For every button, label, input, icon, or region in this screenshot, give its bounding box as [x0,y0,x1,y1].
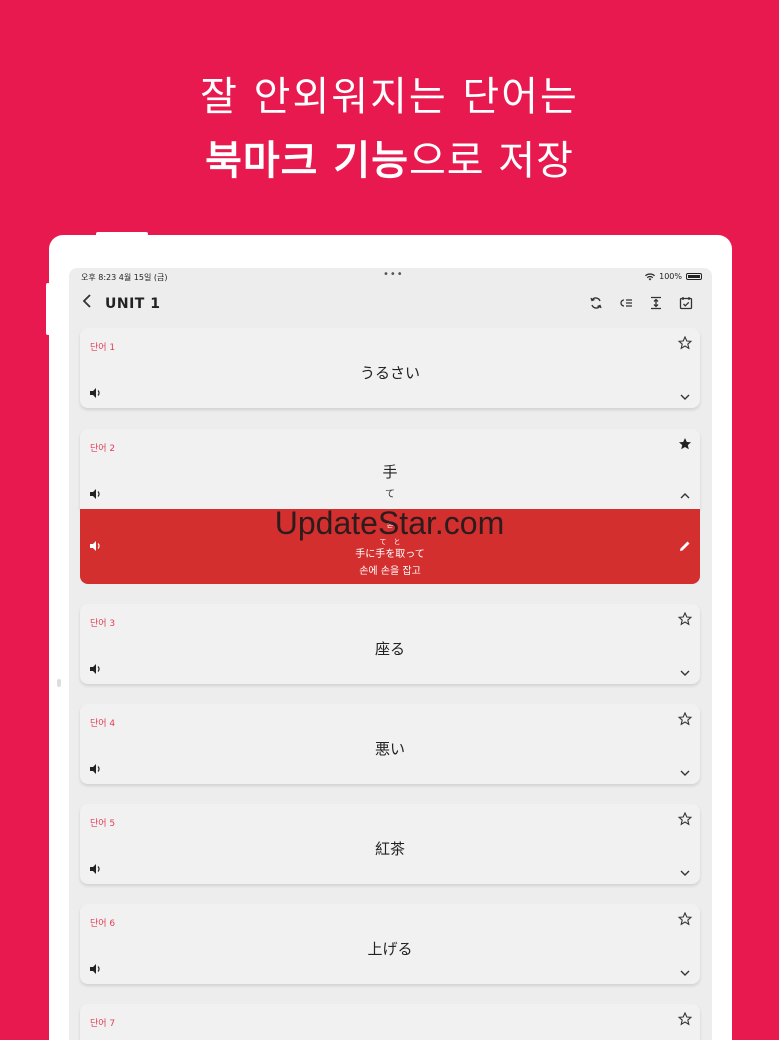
word-card[interactable]: 단어 4 悪い [80,704,700,784]
example-sentence-ko: 손에 손을 잡고 [359,566,421,577]
chevron-down-icon[interactable] [678,666,692,680]
word-card[interactable]: 단어 3 座る [80,604,700,684]
word-card-expanded[interactable]: 단어 2 手 て [80,429,700,509]
word-text: 紅茶 [374,840,405,858]
word-card[interactable]: 단어 1 うるさい [80,328,700,408]
headline-regular: 으로 저장 [409,138,574,184]
star-outline-icon[interactable] [678,336,692,350]
example-sentence-jp: 手に手を取って [355,549,425,560]
word-text: 座る [374,640,405,658]
chevron-down-icon[interactable] [678,766,692,780]
word-card[interactable]: 단어 6 上げる [80,904,700,984]
watermark: UpdateStar.com [274,505,505,541]
star-outline-icon[interactable] [678,612,692,626]
status-bar: 오후 8:23 4월 15일 (금) ••• 100% [69,268,712,286]
word-card[interactable]: 단어 7 [80,1004,700,1040]
word-number: 단어 4 [90,719,116,729]
chevron-down-icon[interactable] [678,390,692,404]
expand-icon[interactable] [648,295,664,311]
word-number: 단어 5 [90,819,116,829]
word-text: 上げる [367,940,413,958]
status-time: 오후 8:23 4월 15일 (금) [81,273,168,282]
refresh-icon[interactable] [588,295,604,311]
star-outline-icon[interactable] [678,912,692,926]
app-screen: 오후 8:23 4월 15일 (금) ••• 100% UNIT 1 단어 1 … [69,268,712,1040]
calendar-check-icon[interactable] [678,295,694,311]
speaker-icon[interactable] [88,386,102,400]
wifi-icon [645,272,656,280]
headline-line-1: 잘 안외워지는 단어는 [200,74,579,120]
word-number: 단어 7 [90,1019,116,1029]
battery-percent: 100% [659,272,682,281]
headline-line-2: 북마크 기능으로 저장 [0,128,779,186]
status-right: 100% [645,272,702,281]
list-icon[interactable] [618,295,634,311]
star-outline-icon[interactable] [678,712,692,726]
tablet-frame: 오후 8:23 4월 15일 (금) ••• 100% UNIT 1 단어 1 … [46,232,732,1040]
word-text: 悪い [374,740,405,758]
chevron-up-icon[interactable] [678,489,692,503]
speaker-icon[interactable] [88,962,102,976]
word-text: 手 [382,463,398,481]
word-card[interactable]: 단어 5 紅茶 [80,804,700,884]
chevron-down-icon[interactable] [678,866,692,880]
speaker-icon[interactable] [88,487,102,501]
speaker-icon[interactable] [88,662,102,676]
device-side-button [46,283,50,335]
page-title: UNIT 1 [105,296,161,312]
star-filled-icon[interactable] [678,437,692,451]
word-number: 단어 6 [90,919,116,929]
word-number: 단어 3 [90,619,116,629]
toolbar [588,295,694,311]
headline-bold: 북마크 기능 [205,138,409,184]
device-top-button [96,232,148,236]
battery-icon [686,273,702,280]
nav-bar: UNIT 1 [69,290,712,320]
word-reading: て [385,489,395,500]
chevron-down-icon[interactable] [678,966,692,980]
word-text: うるさい [359,364,420,382]
back-icon[interactable] [81,293,93,314]
star-outline-icon[interactable] [678,1012,692,1026]
word-number: 단어 1 [90,343,116,353]
multitask-dots[interactable]: ••• [383,269,404,280]
star-outline-icon[interactable] [678,812,692,826]
word-number: 단어 2 [90,444,116,454]
speaker-icon[interactable] [88,762,102,776]
speaker-icon[interactable] [88,862,102,876]
device-side-dot [57,679,61,687]
